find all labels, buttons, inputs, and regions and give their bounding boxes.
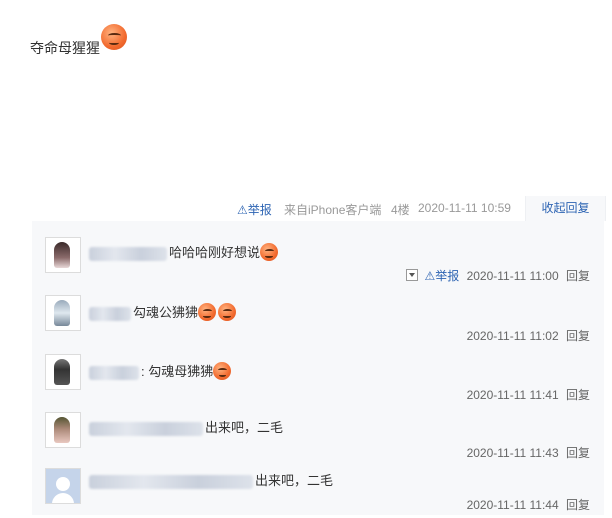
list-item: 出来吧，二毛 2020-11-11 11:44 回复 (32, 460, 604, 518)
blurred-username[interactable] (89, 421, 203, 436)
floor-number: 4楼 (391, 203, 410, 217)
avatar[interactable] (45, 412, 81, 448)
warning-icon: ⚠ (237, 203, 248, 217)
blurred-username[interactable] (89, 246, 167, 261)
blurred-username[interactable] (89, 365, 139, 380)
post-text-content: 夺命母猩猩 (30, 40, 100, 56)
reply-time: 2020-11-11 11:44 (466, 498, 559, 512)
reply-button[interactable]: 回复 (566, 498, 590, 512)
collapse-replies-button[interactable]: 收起回复 (525, 196, 606, 221)
blurred-username[interactable] (89, 306, 131, 321)
reply-text: 哈哈哈刚好想说 (169, 245, 261, 260)
post-content (9, 0, 612, 196)
smiley-face-icon (260, 243, 279, 261)
post-source: 来自iPhone客户端 (284, 203, 382, 217)
list-item: 勾魂公狒狒 2020-11-11 11:02 回复 (32, 287, 604, 345)
reply-time: 2020-11-11 11:02 (466, 329, 559, 343)
report-link[interactable]: ⚠举报 (237, 201, 272, 218)
avatar[interactable] (45, 295, 81, 331)
default-avatar-body (52, 493, 74, 503)
reply-text: 勾魂公狒狒 (133, 305, 199, 320)
smiley-face-icon (213, 362, 232, 380)
list-item: 出来吧，二毛 2020-11-11 11:43 回复 (32, 404, 604, 462)
smiley-face-icon (198, 303, 217, 321)
reply-button[interactable]: 回复 (566, 329, 590, 343)
reply-time: 2020-11-11 11:00 (466, 269, 559, 283)
avatar-figure (54, 300, 70, 326)
smiley-face-icon (101, 24, 127, 50)
reply-button[interactable]: 回复 (566, 269, 590, 283)
report-label: 举报 (247, 203, 272, 217)
blurred-username[interactable] (89, 474, 253, 489)
reply-text: 出来吧，二毛 (255, 473, 334, 488)
reply-report-link[interactable]: 举报 (435, 269, 459, 283)
dropdown-icon[interactable] (406, 269, 419, 281)
reply-time: 2020-11-11 11:43 (466, 446, 559, 460)
avatar[interactable] (45, 468, 81, 504)
reply-list: 哈哈哈刚好想说 ⚠举报 2020-11-11 11:00 回复 勾魂公狒狒 20… (32, 221, 604, 515)
reply-time: 2020-11-11 11:41 (466, 388, 559, 402)
avatar[interactable] (45, 354, 81, 390)
reply-button[interactable]: 回复 (566, 388, 590, 402)
list-item: 哈哈哈刚好想说 ⚠举报 2020-11-11 11:00 回复 (32, 229, 604, 287)
list-item: : 勾魂母狒狒 2020-11-11 11:41 回复 (32, 346, 604, 404)
post-text: 夺命母猩猩 (30, 24, 127, 58)
avatar-figure (54, 242, 70, 268)
reply-text: : 勾魂母狒狒 (141, 364, 214, 379)
avatar[interactable] (45, 237, 81, 273)
avatar-figure (54, 417, 70, 443)
avatar-figure (54, 359, 70, 385)
smiley-face-icon (218, 303, 237, 321)
reply-button[interactable]: 回复 (566, 446, 590, 460)
default-avatar-icon (56, 477, 70, 491)
post-time: 2020-11-11 10:59 (418, 201, 511, 215)
reply-text: 出来吧，二毛 (205, 420, 284, 435)
warning-icon: ⚠ (424, 269, 436, 283)
post-meta-bar: ⚠举报 来自iPhone客户端 4楼 2020-11-11 10:59 收起回复 (0, 196, 612, 221)
